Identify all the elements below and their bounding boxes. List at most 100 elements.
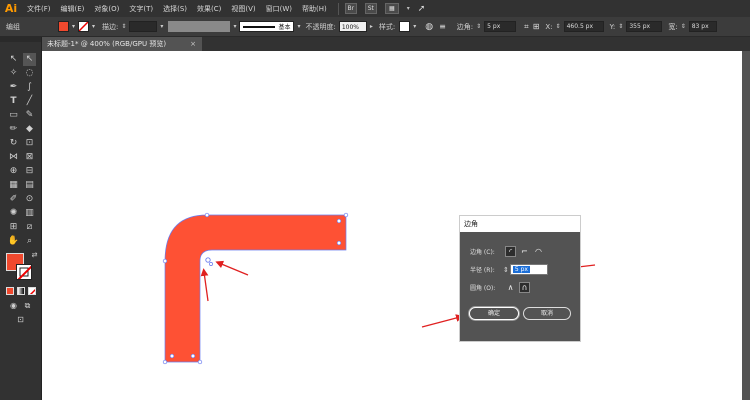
magic-wand-tool-icon[interactable]: ✧ bbox=[7, 67, 20, 80]
selection-tool-icon[interactable]: ↖ bbox=[7, 53, 20, 66]
workspace-grid-icon[interactable]: ▦ bbox=[384, 3, 399, 14]
menu-view[interactable]: 视图(V) bbox=[226, 4, 260, 14]
stroke-stepper-icon[interactable]: ⇕ bbox=[121, 23, 126, 30]
x-field[interactable]: 460.5 px bbox=[563, 21, 604, 32]
variable-width-field[interactable] bbox=[168, 21, 231, 32]
zoom-tool-icon[interactable]: ⌕ bbox=[23, 235, 36, 248]
send-icon[interactable]: ➚ bbox=[418, 4, 426, 14]
anchor-point[interactable] bbox=[162, 258, 168, 264]
bridge-button[interactable]: Br bbox=[344, 3, 357, 14]
width-stepper-icon[interactable]: ⇕ bbox=[681, 23, 686, 30]
menu-window[interactable]: 窗口(W) bbox=[261, 4, 297, 14]
y-field[interactable]: 355 px bbox=[626, 21, 663, 32]
screen-mode-icon[interactable]: ⊡ bbox=[14, 313, 27, 326]
stroke-dropdown-icon[interactable]: ▾ bbox=[92, 23, 95, 30]
eyedropper-tool-icon[interactable]: ✐ bbox=[7, 193, 20, 206]
document-tab[interactable]: 未标题-1* @ 400% (RGB/GPU 预览) × bbox=[42, 37, 202, 51]
opacity-field[interactable]: 100% bbox=[338, 21, 367, 32]
brush-profile-dropdown-icon[interactable]: ▾ bbox=[297, 23, 300, 30]
none-mode-icon[interactable] bbox=[28, 287, 36, 295]
transform-align-icon[interactable]: ⌗ bbox=[524, 22, 529, 32]
live-corner-widget[interactable] bbox=[205, 257, 211, 263]
inverted-corner-option-icon[interactable]: ⌐ bbox=[519, 246, 530, 257]
workspace-chevron-icon[interactable]: ▾ bbox=[407, 5, 410, 12]
pencil-tool-icon[interactable]: ✏ bbox=[7, 123, 20, 136]
type-tool-icon[interactable]: T bbox=[7, 95, 20, 108]
opacity-dropdown-icon[interactable]: ▸ bbox=[370, 23, 373, 30]
anchor-point[interactable] bbox=[336, 218, 342, 224]
rectangle-tool-icon[interactable]: ▭ bbox=[7, 109, 20, 122]
curvature-tool-icon[interactable]: ∫ bbox=[23, 81, 36, 94]
mesh-tool-icon[interactable]: ▦ bbox=[7, 179, 20, 192]
graphic-style-dropdown-icon[interactable]: ▾ bbox=[413, 23, 416, 30]
live-corner-widget[interactable] bbox=[209, 262, 213, 266]
menu-edit[interactable]: 编辑(E) bbox=[56, 4, 90, 14]
blend-tool-icon[interactable]: ⊙ bbox=[23, 193, 36, 206]
pen-tool-icon[interactable]: ✒ bbox=[7, 81, 20, 94]
stroke-color-box[interactable] bbox=[16, 264, 32, 280]
variable-width-dropdown-icon[interactable]: ▾ bbox=[233, 23, 236, 30]
y-stepper-icon[interactable]: ⇕ bbox=[618, 23, 623, 30]
line-tool-icon[interactable]: ╱ bbox=[23, 95, 36, 108]
paintbrush-tool-icon[interactable]: ✎ bbox=[23, 109, 36, 122]
symbol-sprayer-tool-icon[interactable]: ✺ bbox=[7, 207, 20, 220]
draw-behind-icon[interactable]: ⧉ bbox=[21, 299, 34, 312]
cancel-button[interactable]: 取消 bbox=[523, 307, 571, 320]
menu-effect[interactable]: 效果(C) bbox=[192, 4, 226, 14]
graphic-style-swatch[interactable] bbox=[399, 21, 411, 32]
anchor-point[interactable] bbox=[190, 353, 196, 359]
shape-builder-tool-icon[interactable]: ⊕ bbox=[7, 165, 20, 178]
stroke-weight-dropdown-icon[interactable]: ▾ bbox=[160, 23, 163, 30]
menu-type[interactable]: 文字(T) bbox=[124, 4, 158, 14]
stroke-weight-field[interactable] bbox=[129, 21, 158, 32]
fill-dropdown-icon[interactable]: ▾ bbox=[72, 23, 75, 30]
x-stepper-icon[interactable]: ⇕ bbox=[556, 23, 561, 30]
recolor-icon[interactable]: ◍ bbox=[425, 22, 433, 32]
hand-tool-icon[interactable]: ✋ bbox=[7, 235, 20, 248]
gradient-mode-icon[interactable] bbox=[17, 287, 25, 295]
absolute-rounding-option-icon[interactable]: ∧ bbox=[505, 282, 516, 293]
corner-shape[interactable] bbox=[164, 214, 347, 363]
stroke-swatch[interactable] bbox=[78, 21, 90, 32]
relative-rounding-option-icon[interactable]: ∩ bbox=[519, 282, 530, 293]
anchor-point[interactable] bbox=[336, 240, 342, 246]
width-field[interactable]: 83 px bbox=[688, 21, 717, 32]
scale-tool-icon[interactable]: ⊡ bbox=[23, 137, 36, 150]
free-transform-tool-icon[interactable]: ⊠ bbox=[23, 151, 36, 164]
anchor-point[interactable] bbox=[343, 212, 349, 218]
brush-profile-field[interactable]: 基本 bbox=[239, 21, 295, 32]
stock-button[interactable]: St bbox=[364, 3, 377, 14]
round-corner-option-icon[interactable]: ◜ bbox=[505, 246, 516, 257]
swap-colors-icon[interactable]: ⇄ bbox=[28, 249, 41, 262]
reference-point-icon[interactable]: ⊞ bbox=[533, 22, 540, 31]
menu-object[interactable]: 对象(O) bbox=[89, 4, 124, 14]
artboard-tool-icon[interactable]: ⊞ bbox=[7, 221, 20, 234]
menu-help[interactable]: 帮助(H) bbox=[297, 4, 332, 14]
lasso-tool-icon[interactable]: ◌ bbox=[23, 67, 36, 80]
anchor-point[interactable] bbox=[204, 212, 210, 218]
rotate-tool-icon[interactable]: ↻ bbox=[7, 137, 20, 150]
corner-radius-field[interactable]: 5 px bbox=[484, 21, 517, 32]
menu-select[interactable]: 选择(S) bbox=[158, 4, 192, 14]
direct-selection-tool-icon[interactable]: ↖ bbox=[23, 53, 36, 66]
slice-tool-icon[interactable]: ⧄ bbox=[23, 221, 36, 234]
anchor-point[interactable] bbox=[169, 353, 175, 359]
perspective-grid-tool-icon[interactable]: ⊟ bbox=[23, 165, 36, 178]
width-tool-icon[interactable]: ⋈ bbox=[7, 151, 20, 164]
ok-button[interactable]: 确定 bbox=[469, 307, 519, 320]
close-tab-icon[interactable]: × bbox=[190, 37, 196, 51]
corner-stepper-icon[interactable]: ⇕ bbox=[476, 23, 481, 30]
draw-mode-icon[interactable]: ◉ bbox=[7, 299, 20, 312]
color-mode-icon[interactable] bbox=[6, 287, 14, 295]
anchor-point[interactable] bbox=[162, 359, 168, 365]
gradient-tool-icon[interactable]: ▤ bbox=[23, 179, 36, 192]
menu-file[interactable]: 文件(F) bbox=[22, 4, 56, 14]
radius-input[interactable]: 5 px bbox=[509, 264, 548, 275]
fill-swatch[interactable] bbox=[58, 21, 69, 32]
chamfer-corner-option-icon[interactable]: ◠ bbox=[533, 246, 544, 257]
align-icon[interactable]: ≡ bbox=[439, 22, 446, 31]
radius-stepper-icon[interactable]: ⇕ bbox=[503, 266, 509, 274]
eraser-tool-icon[interactable]: ◆ bbox=[23, 123, 36, 136]
anchor-point[interactable] bbox=[197, 359, 203, 365]
column-graph-tool-icon[interactable]: ▥ bbox=[23, 207, 36, 220]
